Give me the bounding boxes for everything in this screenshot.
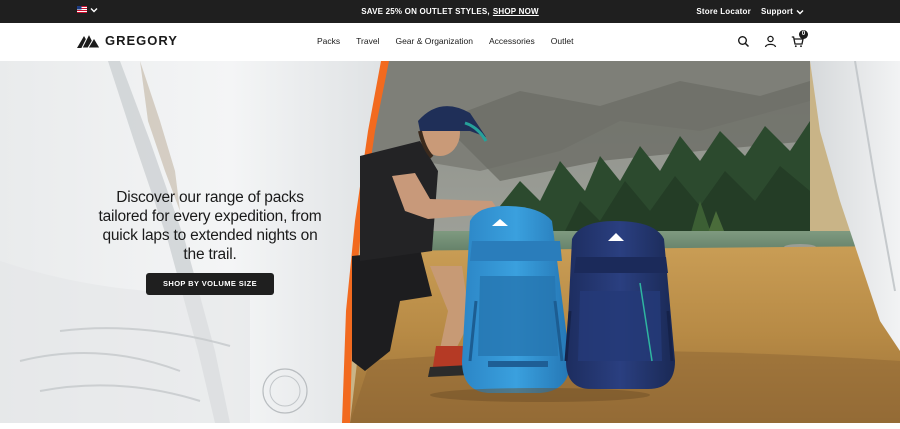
nav-item-accessories[interactable]: Accessories [489, 36, 535, 46]
cart-button[interactable]: 0 [791, 30, 808, 48]
cart-count-badge: 0 [799, 30, 808, 39]
hero-copy: Discover our range of packs tailored for… [92, 188, 328, 295]
support-label: Support [760, 7, 793, 16]
nav-item-travel[interactable]: Travel [356, 36, 379, 46]
account-icon[interactable] [764, 35, 777, 48]
mountain-logo-icon [77, 33, 101, 48]
brand-logo[interactable]: GREGORY [77, 33, 178, 48]
shop-by-volume-button[interactable]: SHOP BY VOLUME SIZE [146, 273, 274, 295]
chevron-down-icon [796, 9, 804, 14]
store-locator-link[interactable]: Store Locator [696, 7, 751, 16]
page-bottom-edge [0, 423, 900, 429]
nav-item-packs[interactable]: Packs [317, 36, 340, 46]
hero-headline: Discover our range of packs tailored for… [98, 189, 322, 263]
header-icons: 0 [737, 30, 808, 48]
promo-bar: SAVE 25% ON OUTLET STYLES, SHOP NOW Store… [0, 0, 900, 23]
nav-item-gear-organization[interactable]: Gear & Organization [395, 36, 472, 46]
brand-wordmark: GREGORY [105, 33, 178, 48]
hero-banner: Discover our range of packs tailored for… [0, 61, 900, 423]
search-icon[interactable] [737, 35, 750, 48]
promo-text: SAVE 25% ON OUTLET STYLES, [361, 7, 490, 16]
shop-now-link[interactable]: SHOP NOW [493, 7, 539, 16]
nav-item-outlet[interactable]: Outlet [551, 36, 574, 46]
site-header: GREGORY Packs Travel Gear & Organization… [0, 23, 900, 61]
main-nav: Packs Travel Gear & Organization Accesso… [317, 36, 573, 46]
support-menu[interactable]: Support [761, 7, 804, 16]
utility-links: Store Locator Support [696, 7, 804, 16]
